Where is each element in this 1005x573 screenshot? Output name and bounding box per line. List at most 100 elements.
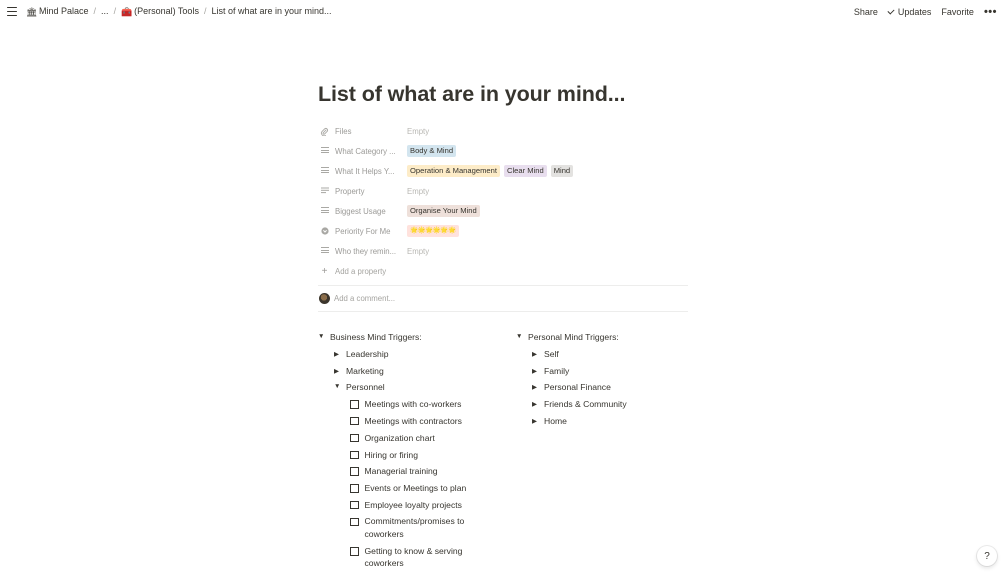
comment-placeholder: Add a comment... bbox=[334, 294, 396, 303]
empty-value: Empty bbox=[407, 186, 430, 196]
triangle-right-icon[interactable]: ▶ bbox=[532, 382, 544, 391]
list-icon bbox=[320, 247, 329, 256]
checkbox[interactable] bbox=[350, 416, 359, 426]
property-row: Biggest Usage Organise Your Mind bbox=[318, 201, 688, 221]
property-value[interactable]: Empty bbox=[407, 127, 429, 136]
property-value[interactable]: Empty bbox=[407, 247, 429, 256]
todo-item: Getting to know & serving coworkers bbox=[350, 544, 480, 573]
property-row: Files Empty bbox=[318, 121, 688, 141]
toggle-personal-finance[interactable]: ▶ Personal Finance bbox=[516, 380, 696, 397]
select-icon bbox=[320, 227, 329, 236]
property-name[interactable]: Who they remin... bbox=[318, 247, 407, 256]
todo-item: Organization chart bbox=[350, 431, 508, 448]
add-property: + Add a property bbox=[321, 265, 387, 277]
toggle-business-mind-triggers[interactable]: ▼ Business Mind Triggers: bbox=[318, 330, 508, 347]
tag: Clear Mind bbox=[503, 165, 547, 177]
toggle-family[interactable]: ▶ Family bbox=[516, 364, 696, 381]
checkbox[interactable] bbox=[350, 500, 359, 510]
checkbox[interactable] bbox=[350, 450, 359, 460]
list-icon bbox=[320, 167, 329, 176]
property-row: Periority For Me 🌟🌟🌟🌟🌟🌟 bbox=[318, 221, 688, 241]
tag: Body & Mind bbox=[407, 145, 457, 157]
triangle-right-icon[interactable]: ▶ bbox=[532, 399, 544, 408]
property-name[interactable]: What Category ... bbox=[318, 147, 407, 156]
triangle-right-icon[interactable]: ▶ bbox=[532, 366, 544, 375]
property-row: Property Empty bbox=[318, 181, 688, 201]
checkbox[interactable] bbox=[350, 400, 359, 409]
toggle-home[interactable]: ▶ Home bbox=[516, 414, 696, 431]
toggle-friends-community[interactable]: ▶ Friends & Community bbox=[516, 397, 696, 414]
todo-item: Meetings with contractors bbox=[350, 414, 508, 431]
checkbox[interactable] bbox=[350, 484, 359, 493]
todo-item: Hiring or firing bbox=[350, 448, 508, 465]
more-options-icon[interactable]: ••• bbox=[984, 6, 997, 18]
checkbox[interactable] bbox=[350, 467, 359, 476]
property-value[interactable]: Empty bbox=[407, 187, 429, 196]
breadcrumb-separator: / bbox=[93, 6, 97, 16]
checkbox[interactable] bbox=[350, 547, 359, 556]
property-row: What Category ... Body & Mind bbox=[318, 141, 688, 161]
toggle-personnel[interactable]: ▼ Personnel bbox=[318, 380, 508, 397]
property-name[interactable]: Files bbox=[318, 127, 407, 136]
todo-item: Managerial training bbox=[350, 464, 508, 481]
triangle-down-icon[interactable]: ▼ bbox=[318, 332, 330, 340]
property-list: Files Empty What Category ... Body & Min… bbox=[318, 121, 688, 281]
breadcrumb-label: Mind Palace bbox=[39, 6, 89, 16]
triangle-right-icon[interactable]: ▶ bbox=[334, 366, 346, 375]
property-value[interactable]: Operation & Management Clear Mind Mind bbox=[407, 165, 574, 177]
todo-item: Commitments/promises to coworkers bbox=[350, 515, 480, 545]
page-title[interactable]: List of what are in your mind... bbox=[318, 82, 688, 112]
favorite-button[interactable]: Favorite bbox=[941, 7, 974, 17]
checkbox[interactable] bbox=[350, 517, 359, 527]
breadcrumb-label: List of what are in your mind... bbox=[211, 6, 332, 16]
property-name[interactable]: Periority For Me bbox=[318, 227, 407, 236]
property-value[interactable]: Organise Your Mind bbox=[407, 205, 480, 217]
property-row: What It Helps Y... Operation & Managemen… bbox=[318, 161, 688, 181]
empty-value: Empty bbox=[407, 126, 430, 136]
avatar bbox=[319, 293, 330, 304]
triangle-right-icon[interactable]: ▶ bbox=[532, 416, 544, 425]
property-value[interactable]: Body & Mind bbox=[407, 145, 457, 157]
sidebar-menu-icon[interactable] bbox=[7, 7, 17, 16]
breadcrumb-item-current-page[interactable]: List of what are in your mind... bbox=[211, 6, 331, 16]
checkbox[interactable] bbox=[350, 433, 359, 443]
top-bar: 🏛 Mind Palace / ... / 🧰 (Personal) Tools… bbox=[0, 0, 1005, 24]
toggle-marketing[interactable]: ▶ Marketing bbox=[318, 364, 508, 381]
updates-button[interactable]: Updates bbox=[887, 7, 932, 17]
tag: Mind bbox=[550, 165, 574, 177]
todo-item: Employee loyalty projects bbox=[350, 498, 508, 515]
triangle-down-icon[interactable]: ▼ bbox=[516, 332, 528, 340]
toggle-personal-mind-triggers[interactable]: ▼ Personal Mind Triggers: bbox=[516, 330, 696, 347]
breadcrumb-item-ellipsis[interactable]: ... bbox=[101, 6, 109, 16]
triangle-down-icon[interactable]: ▼ bbox=[334, 382, 346, 390]
property-name[interactable]: What It Helps Y... bbox=[318, 167, 407, 176]
property-name[interactable]: Property bbox=[318, 187, 407, 196]
toolbox-icon: 🧰 bbox=[121, 6, 133, 17]
classical-building-icon: 🏛 bbox=[26, 6, 38, 17]
personal-column: ▼ Personal Mind Triggers: ▶ Self ▶ Famil… bbox=[516, 330, 696, 431]
plus-icon: + bbox=[321, 265, 328, 277]
text-icon bbox=[320, 187, 329, 196]
property-name[interactable]: Biggest Usage bbox=[318, 207, 407, 216]
breadcrumb-separator: / bbox=[203, 6, 207, 16]
updates-label: Updates bbox=[897, 7, 932, 17]
toggle-leadership[interactable]: ▶ Leadership bbox=[318, 347, 508, 364]
triangle-right-icon[interactable]: ▶ bbox=[334, 349, 346, 358]
tag: Operation & Management bbox=[407, 165, 500, 177]
business-column: ▼ Business Mind Triggers: ▶ Leadership ▶… bbox=[318, 330, 508, 573]
breadcrumb-item-personal-tools[interactable]: 🧰 (Personal) Tools bbox=[121, 6, 199, 17]
breadcrumb-item-mind-palace[interactable]: 🏛 Mind Palace bbox=[26, 6, 89, 17]
property-value[interactable]: 🌟🌟🌟🌟🌟🌟 bbox=[407, 225, 459, 237]
page-content: List of what are in your mind... Files E… bbox=[318, 82, 688, 312]
triangle-right-icon[interactable]: ▶ bbox=[532, 349, 544, 358]
add-property-button[interactable]: + Add a property bbox=[318, 261, 688, 281]
comment-input[interactable]: Add a comment... bbox=[318, 286, 688, 311]
share-button[interactable]: Share bbox=[854, 7, 878, 17]
breadcrumb-label: ... bbox=[101, 6, 109, 16]
list-icon bbox=[320, 207, 329, 216]
tag: Organise Your Mind bbox=[407, 205, 480, 217]
todo-item: Meetings with co-workers bbox=[350, 397, 508, 414]
help-button[interactable]: ? bbox=[977, 546, 997, 566]
toggle-self[interactable]: ▶ Self bbox=[516, 347, 696, 364]
top-actions: Share Updates Favorite ••• bbox=[844, 6, 997, 18]
